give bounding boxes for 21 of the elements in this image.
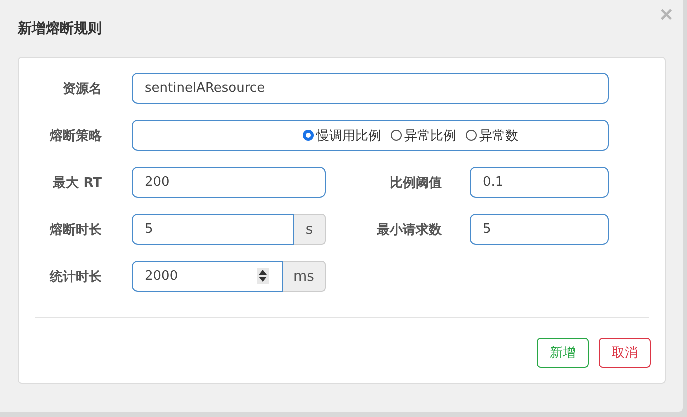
radio-option[interactable]: 异常数 — [466, 126, 518, 144]
input-field[interactable]: 0.1 — [470, 167, 609, 198]
dialog-title: 新增熔断规则 — [18, 20, 102, 38]
input-field[interactable]: 5 — [132, 214, 294, 245]
unit-label: ms — [283, 261, 326, 292]
field-label: 最小请求数 — [377, 222, 442, 238]
unit-label: s — [294, 214, 326, 245]
field-label: 熔断时长 — [50, 222, 102, 238]
radio-option[interactable]: 异常比例 — [390, 126, 456, 144]
field-label: 熔断策略 — [50, 128, 102, 144]
radio-option[interactable]: 慢调用比例 — [302, 126, 382, 144]
input-field[interactable]: 200 — [132, 167, 326, 198]
number-field[interactable]: 2000 — [132, 261, 283, 292]
input-field[interactable]: 5 — [470, 214, 609, 245]
field-label: 统计时长 — [50, 268, 102, 286]
spinner-icon[interactable] — [257, 268, 269, 284]
input-field[interactable]: sentinelAResource — [132, 73, 609, 104]
cancel-button[interactable]: 取消 — [599, 338, 651, 368]
field-label: 资源名 — [63, 80, 102, 98]
field-label: 最大 RT — [53, 174, 102, 192]
field-label: 比例阈值 — [390, 174, 442, 192]
